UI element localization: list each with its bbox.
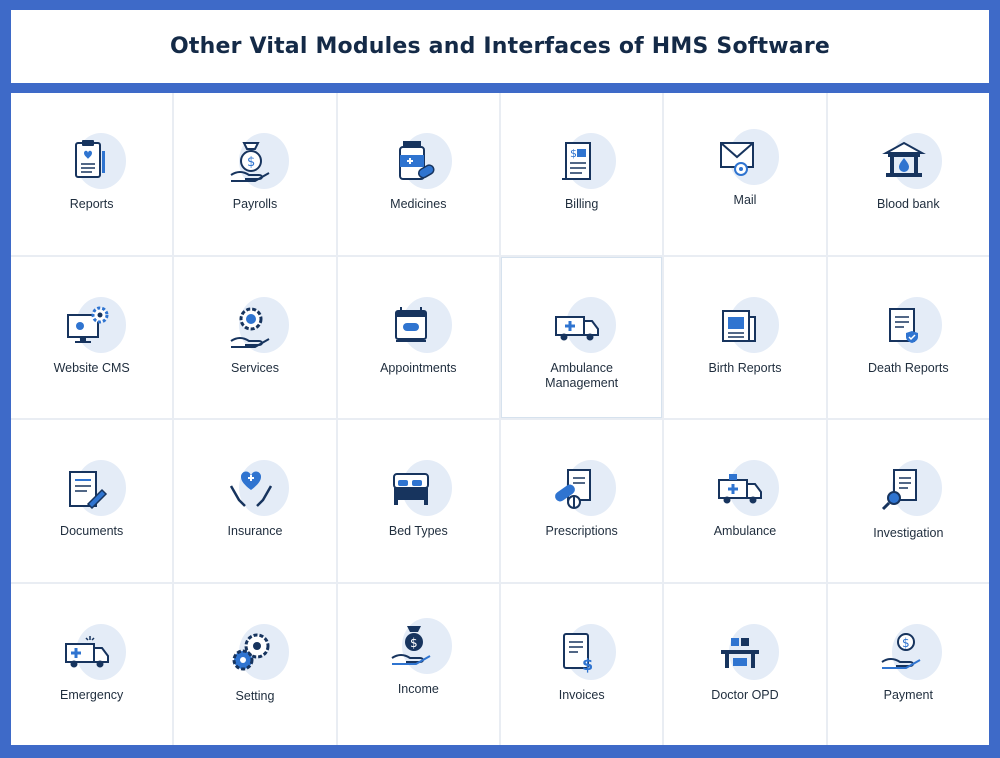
- module-label: Website CMS: [53, 360, 130, 375]
- module-tile-ambulance[interactable]: Ambulance: [664, 420, 826, 582]
- money-bag-hand-icon: $: [223, 133, 289, 193]
- module-tile-reports[interactable]: Reports: [11, 93, 173, 255]
- emergency-van-icon: [60, 623, 126, 684]
- module-tile-payment[interactable]: $ Payment: [827, 583, 989, 745]
- prescription-capsule-icon: [550, 460, 616, 520]
- module-label: Blood bank: [877, 197, 940, 211]
- ambulance-icon: [550, 296, 616, 357]
- module-label: Setting: [235, 688, 275, 703]
- page-title: Other Vital Modules and Interfaces of HM…: [169, 34, 830, 59]
- module-label: Payrolls: [232, 197, 278, 211]
- module-tile-invoices[interactable]: $ Invoices: [500, 583, 663, 745]
- module-tile-blood-bank[interactable]: Blood bank: [827, 93, 989, 255]
- module-label: Emergency: [60, 687, 124, 702]
- module-label: Payment: [883, 687, 933, 702]
- module-tile-setting[interactable]: Setting: [174, 583, 336, 745]
- module-label: Mail: [733, 193, 757, 207]
- invoice-dollar-icon: $: [550, 623, 616, 684]
- document-check-icon: [876, 296, 943, 357]
- module-label: Income: [397, 681, 439, 696]
- module-tile-insurance[interactable]: Insurance: [174, 420, 336, 582]
- module-tile-bed-types[interactable]: Bed Types: [337, 420, 499, 582]
- module-tile-website-cms[interactable]: Website CMS: [11, 256, 173, 418]
- module-label: Billing: [564, 197, 599, 211]
- coin-payment-hand-icon: $: [876, 623, 943, 684]
- module-label: Medicines: [390, 197, 447, 211]
- module-label: Investigation: [873, 526, 944, 540]
- module-label: Appointments: [380, 360, 457, 375]
- module-label: Invoices: [558, 687, 605, 702]
- modules-grid: Reports $ Payrolls Medicines $ Billing M…: [11, 93, 989, 745]
- bed-icon: [386, 460, 453, 520]
- svg-text:$: $: [410, 636, 418, 650]
- calendar-pills-icon: [386, 296, 453, 357]
- module-label: Death Reports: [868, 360, 949, 375]
- clipboard-heart-icon: [60, 133, 126, 193]
- module-tile-appointments[interactable]: Appointments: [337, 256, 499, 418]
- module-tile-prescriptions[interactable]: Prescriptions: [500, 420, 663, 582]
- module-label: Reports: [69, 197, 114, 211]
- module-tile-doctor-opd[interactable]: Doctor OPD: [664, 583, 826, 745]
- module-tile-ambulance-management[interactable]: Ambulance Management: [500, 256, 663, 418]
- mail-envelope-icon: [713, 129, 779, 189]
- module-tile-billing[interactable]: $ Billing: [500, 93, 663, 255]
- newspaper-icon: [713, 296, 779, 357]
- svg-text:$: $: [570, 147, 577, 160]
- module-label: Ambulance Management: [545, 360, 619, 390]
- module-tile-services[interactable]: Services: [174, 256, 336, 418]
- module-label: Ambulance: [713, 524, 777, 538]
- gear-hand-icon: [223, 296, 289, 357]
- blood-bank-building-icon: [876, 133, 943, 193]
- svg-text:$: $: [902, 636, 910, 650]
- svg-text:$: $: [247, 155, 255, 170]
- document-magnifier-icon: [876, 460, 943, 520]
- module-label: Birth Reports: [708, 360, 782, 375]
- coin-hand-icon: $: [386, 617, 453, 678]
- doctor-desk-icon: [713, 623, 779, 684]
- page-header: Other Vital Modules and Interfaces of HM…: [11, 10, 989, 83]
- module-label: Doctor OPD: [711, 687, 779, 702]
- module-label: Services: [231, 360, 279, 375]
- module-tile-documents[interactable]: Documents: [11, 420, 173, 582]
- module-tile-investigation[interactable]: Investigation: [827, 420, 989, 582]
- heart-hands-icon: [223, 460, 289, 520]
- bill-document-icon: $: [550, 133, 616, 193]
- module-tile-emergency[interactable]: Emergency: [11, 583, 173, 745]
- module-label: Documents: [60, 524, 124, 538]
- svg-text:$: $: [582, 655, 593, 674]
- document-pen-icon: [60, 460, 126, 520]
- ambulance-front-icon: [713, 460, 779, 520]
- module-label: Bed Types: [388, 524, 448, 538]
- monitor-gear-icon: [60, 296, 126, 357]
- module-tile-payrolls[interactable]: $ Payrolls: [174, 93, 336, 255]
- module-tile-mail[interactable]: Mail: [664, 93, 826, 255]
- module-tile-birth-reports[interactable]: Birth Reports: [664, 256, 826, 418]
- gears-icon: [223, 623, 289, 684]
- module-tile-death-reports[interactable]: Death Reports: [827, 256, 989, 418]
- module-label: Prescriptions: [545, 524, 618, 538]
- module-tile-income[interactable]: $ Income: [337, 583, 499, 745]
- module-label: Insurance: [227, 524, 283, 538]
- medicine-bottle-icon: [386, 133, 453, 193]
- module-tile-medicines[interactable]: Medicines: [337, 93, 499, 255]
